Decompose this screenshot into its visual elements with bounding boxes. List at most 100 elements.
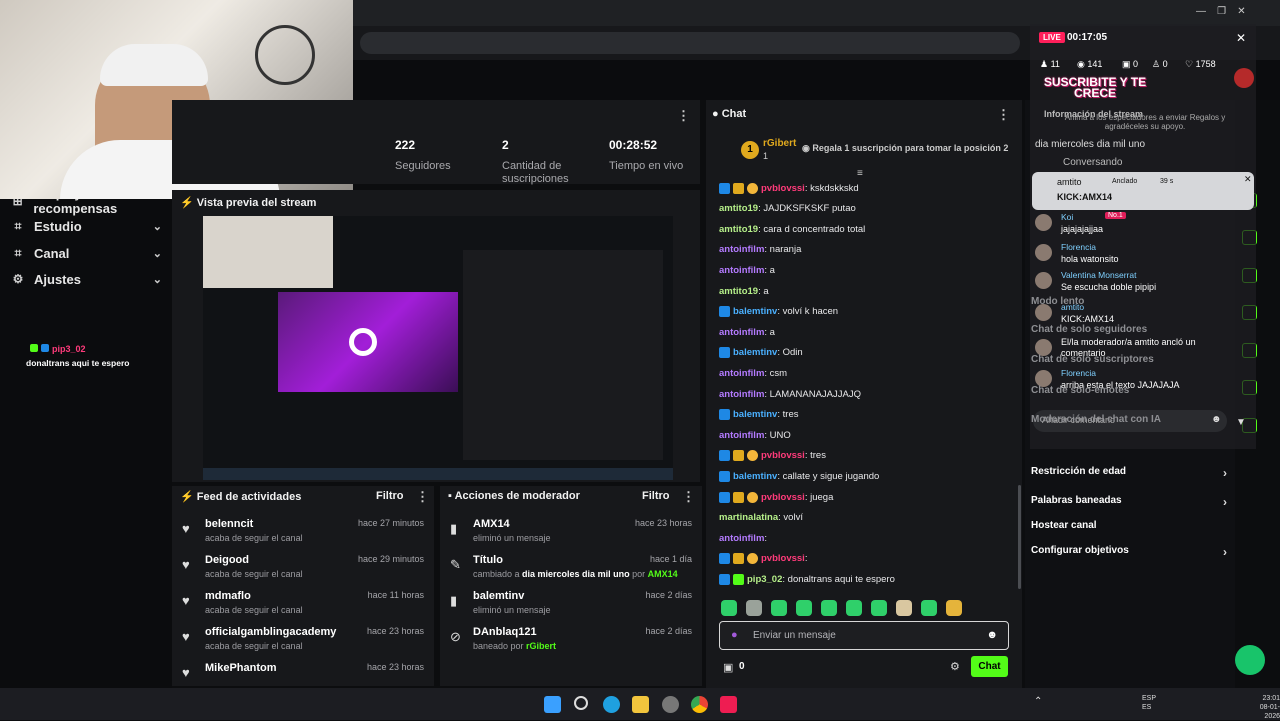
chat-message[interactable]: pvblovssi: kskdskkskd: [719, 181, 859, 195]
feed-row[interactable]: ♥ mdmaflo acaba de seguir el canal hace 11 …: [172, 588, 432, 622]
tray-chevron-icon[interactable]: ⌃: [1034, 696, 1042, 707]
settings-row-label[interactable]: Moderación del chat con IA: [1031, 414, 1211, 425]
settings-row-label[interactable]: Chat de solo-emotes: [1031, 385, 1211, 396]
chat-username[interactable]: balemtinv: [733, 471, 777, 482]
emote-icon[interactable]: [946, 600, 962, 616]
chat-username[interactable]: amtito19: [719, 286, 758, 297]
chat-message[interactable]: pvblovssi: tres: [719, 449, 826, 463]
chat-message[interactable]: balemtinv: volví k hacen: [719, 305, 838, 319]
start-icon[interactable]: [544, 696, 561, 713]
mod-row[interactable]: ✎ Título cambiado a dia miercoles dia mil …: [440, 552, 700, 586]
chat-message[interactable]: amtito19: JAJDKSFKSKF putao: [719, 202, 856, 216]
sidebar-item-settings[interactable]: ⚙ Ajustes ⌄: [12, 268, 162, 290]
chat-username[interactable]: pvblovssi: [761, 450, 805, 461]
chat-username[interactable]: amtito19: [719, 203, 758, 214]
chat-username[interactable]: antoinfilm: [719, 533, 764, 544]
chat-message[interactable]: antoinfilm: csm: [719, 366, 787, 380]
pin-icon[interactable]: ≡: [857, 168, 863, 179]
emote-icon[interactable]: [746, 600, 762, 616]
clock[interactable]: 23:01 08-01-2026: [1248, 694, 1280, 721]
chat-message[interactable]: pvblovssi:: [719, 552, 807, 566]
emote-icon[interactable]: [921, 600, 937, 616]
search-icon[interactable]: [574, 696, 588, 710]
settings-row[interactable]: Hostear canal: [1031, 520, 1227, 531]
settings-row-label[interactable]: Modo lento: [1031, 296, 1211, 307]
close-icon[interactable]: ✕: [1244, 174, 1252, 185]
chat-username[interactable]: balemtinv: [733, 347, 777, 358]
feed-row[interactable]: ♥ officialgamblingacademy acaba de seguir …: [172, 624, 432, 658]
emote-icon[interactable]: [846, 600, 862, 616]
chat-input[interactable]: ● Enviar un mensaje ☻: [719, 621, 1009, 650]
chat-username[interactable]: antoinfilm: [719, 368, 764, 379]
chrome-icon[interactable]: [691, 696, 708, 713]
chat-message[interactable]: balemtinv: Odin: [719, 346, 803, 360]
chat-username[interactable]: antoinfilm: [719, 327, 764, 338]
chat-username[interactable]: pvblovssi: [761, 183, 805, 194]
chat-message[interactable]: antoinfilm:: [719, 531, 767, 545]
chat-message[interactable]: pip3_02: donaltrans aqui te espero: [719, 572, 895, 586]
app-icon[interactable]: [662, 696, 679, 713]
mod-row[interactable]: ▮ balemtinv eliminó un mensaje hace 2 días: [440, 588, 700, 622]
more-icon[interactable]: ⋮: [997, 107, 1010, 123]
emote-icon[interactable]: [796, 600, 812, 616]
stream-preview[interactable]: [203, 216, 673, 480]
chat-username[interactable]: amtito19: [719, 224, 758, 235]
folder-icon[interactable]: [632, 696, 649, 713]
chat-username[interactable]: pvblovssi: [761, 553, 805, 564]
sidebar-item-channel[interactable]: ⌗ Canal ⌄: [12, 242, 162, 264]
chat-message[interactable]: antoinfilm: LAMANANAJAJJAJQ: [719, 387, 861, 401]
mic-icon[interactable]: ●: [731, 629, 738, 641]
chat-username[interactable]: antoinfilm: [719, 389, 764, 400]
url-field[interactable]: [360, 32, 1020, 54]
close-icon[interactable]: ✕: [1236, 31, 1246, 45]
feed-filter-button[interactable]: Filtro: [376, 490, 404, 502]
points-icon[interactable]: ▣: [723, 661, 733, 674]
send-chat-button[interactable]: Chat: [971, 656, 1008, 677]
more-icon[interactable]: ⋮: [416, 489, 429, 505]
chat-message[interactable]: antoinfilm: a: [719, 263, 775, 277]
mod-row[interactable]: ▮ AMX14 eliminó un mensaje hace 23 horas: [440, 516, 700, 550]
settings-row-label[interactable]: Chat de solo suscriptores: [1031, 354, 1211, 365]
chat-username[interactable]: antoinfilm: [719, 430, 764, 441]
mod-row[interactable]: ⊘ DAnblaq121 baneado por rGibert hace 2 día…: [440, 624, 700, 658]
emote-icon[interactable]: [721, 600, 737, 616]
settings-row[interactable]: Restricción de edad ›: [1031, 466, 1227, 480]
filter-icon[interactable]: ▼: [1236, 417, 1246, 428]
chat-username[interactable]: pip3_02: [747, 574, 782, 585]
edge-icon[interactable]: [603, 696, 620, 713]
settings-row[interactable]: Configurar objetivos ›: [1031, 545, 1227, 559]
language-indicator[interactable]: ESP ES: [1142, 694, 1156, 712]
mod-filter-button[interactable]: Filtro: [642, 490, 670, 502]
settings-row-label[interactable]: Chat de solo seguidores: [1031, 324, 1211, 335]
chat-message[interactable]: antoinfilm: UNO: [719, 428, 791, 442]
emote-icon[interactable]: [871, 600, 887, 616]
chat-message[interactable]: antoinfilm: a: [719, 325, 775, 339]
chat-message[interactable]: pvblovssi: juega: [719, 490, 833, 504]
chat-username[interactable]: antoinfilm: [719, 265, 764, 276]
window-controls[interactable]: — ❐ ✕: [1196, 6, 1246, 17]
chat-message[interactable]: amtito19: a: [719, 284, 769, 298]
chat-message[interactable]: martinalatina: volví: [719, 511, 803, 525]
support-icon[interactable]: [1235, 645, 1265, 675]
chat-username[interactable]: pvblovssi: [761, 492, 805, 503]
emoji-icon[interactable]: ☻: [986, 629, 998, 641]
chat-username[interactable]: balemtinv: [733, 409, 777, 420]
more-icon[interactable]: ⋮: [677, 108, 690, 124]
chat-scrollbar[interactable]: [1018, 485, 1021, 589]
emote-icon[interactable]: [821, 600, 837, 616]
chat-username[interactable]: antoinfilm: [719, 244, 764, 255]
gear-icon[interactable]: ⚙: [950, 660, 960, 673]
feed-row[interactable]: ♥ Deigood acaba de seguir el canal hace 29 …: [172, 552, 432, 586]
chat-message[interactable]: balemtinv: tres: [719, 408, 798, 422]
settings-row[interactable]: Palabras baneadas ›: [1031, 495, 1227, 509]
emote-icon[interactable]: [896, 600, 912, 616]
emote-icon[interactable]: [771, 600, 787, 616]
chat-message[interactable]: balemtinv: callate y sigue jugando: [719, 469, 879, 483]
chat-message[interactable]: antoinfilm: naranja: [719, 243, 801, 257]
chat-username[interactable]: martinalatina: [719, 512, 778, 523]
feed-row[interactable]: ♥ belenncit acaba de seguir el canal hace 2…: [172, 516, 432, 550]
pinned-comment[interactable]: amtito Anclado 39 s KICK:AMX14 ✕: [1032, 172, 1254, 210]
more-icon[interactable]: ⋮: [682, 489, 695, 505]
emoji-icon[interactable]: ☻: [1211, 414, 1222, 425]
sidebar-item-studio[interactable]: ⌗ Estudio ⌄: [12, 215, 162, 237]
